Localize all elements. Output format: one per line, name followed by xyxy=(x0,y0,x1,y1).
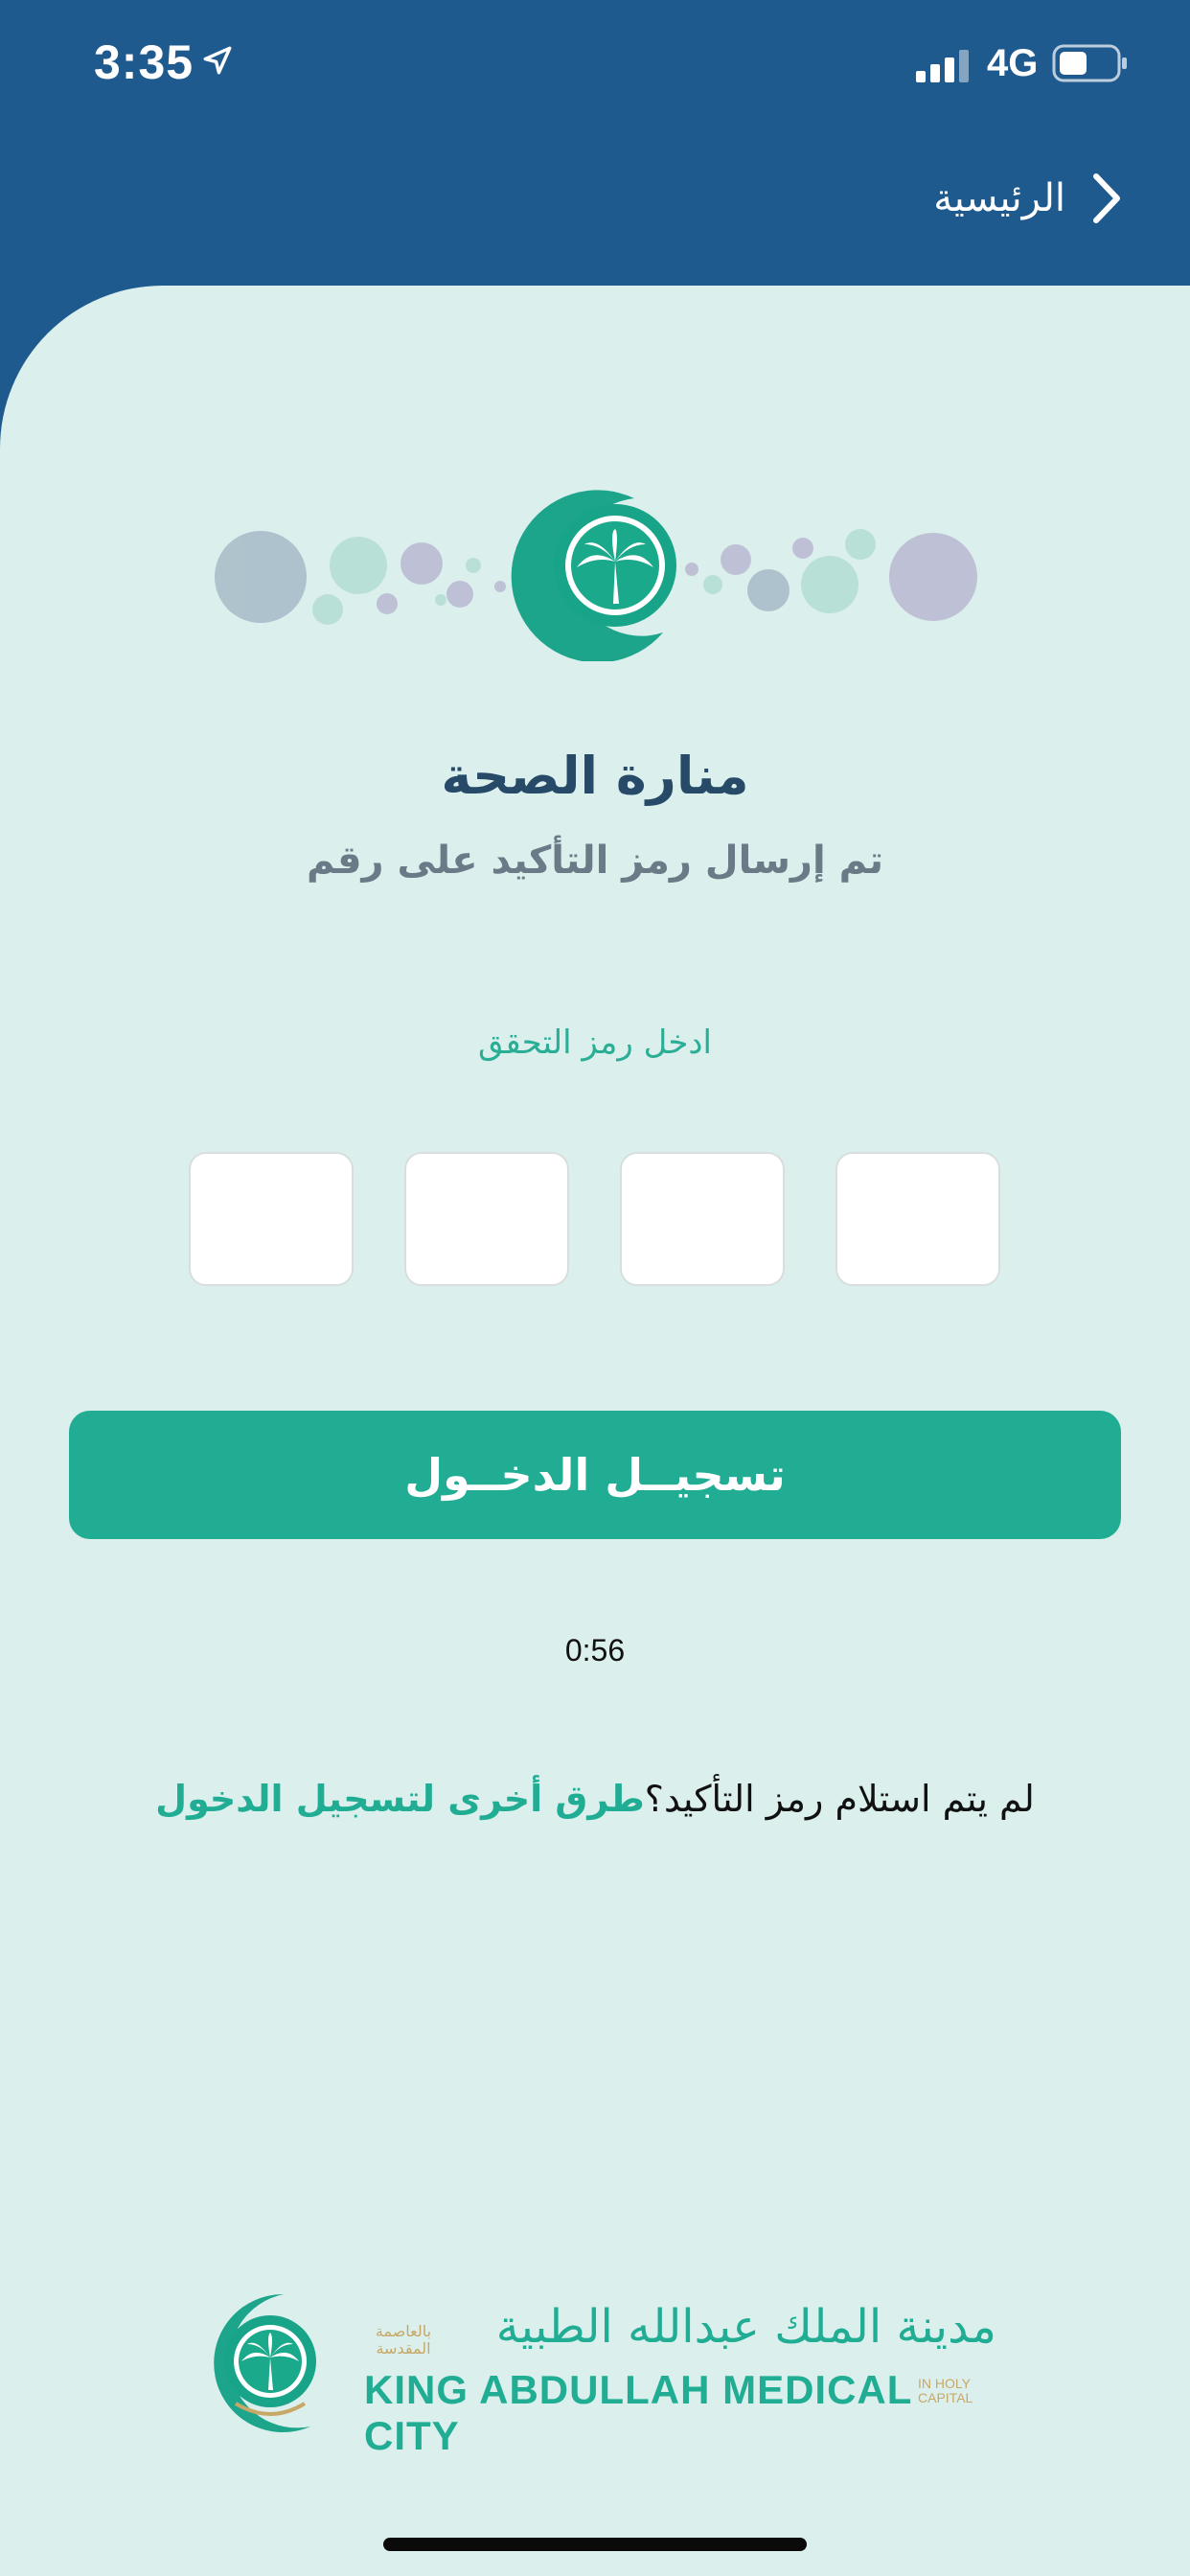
otp-digit-input[interactable] xyxy=(404,1152,569,1286)
battery-icon xyxy=(1052,44,1127,82)
network-type: 4G xyxy=(987,42,1039,84)
app-title: منارة الصحة xyxy=(441,746,749,806)
back-label: الرئيسية xyxy=(933,176,1065,220)
otp-input-group xyxy=(189,1152,1001,1288)
resend-countdown: 0:56 xyxy=(564,1633,626,1668)
otp-digit-input[interactable] xyxy=(189,1152,354,1286)
otp-digit-input[interactable] xyxy=(620,1152,785,1286)
location-arrow-icon xyxy=(203,46,232,75)
cellular-signal-icon xyxy=(916,50,969,82)
chevron-right-icon xyxy=(1093,173,1120,223)
login-button[interactable]: تسجيــل الدخــول xyxy=(69,1411,1121,1539)
status-time: 3:35 xyxy=(94,35,195,89)
otp-digit-input[interactable] xyxy=(835,1152,1000,1286)
app-logo-icon xyxy=(215,490,977,661)
no-code-text: لم يتم استلام رمز التأكيد؟ xyxy=(644,1778,1035,1820)
back-to-home-button[interactable]: الرئيسية xyxy=(933,172,1123,224)
otp-label: ادخل رمز التحقق xyxy=(478,1024,712,1062)
other-login-methods-link[interactable]: طرق أخرى لتسجيل الدخول xyxy=(155,1778,645,1820)
home-indicator[interactable] xyxy=(383,2538,807,2551)
kamc-arabic-name: مدينة الملك عبدالله الطبية xyxy=(495,2300,996,2354)
alternative-login-prompt: لم يتم استلام رمز التأكيد؟طرق أخرى لتسجي… xyxy=(0,1778,1190,1820)
kamc-english-name: KING ABDULLAH MEDICAL CITY xyxy=(364,2367,912,2458)
status-bar: 3:35 4G xyxy=(0,0,1190,134)
otp-sent-message: تم إرسال رمز التأكيد على رقم xyxy=(307,839,883,883)
kamc-arabic-tagline: بالعاصمة المقدسة xyxy=(375,2322,432,2358)
kamc-english-tagline: IN HOLY CAPITAL xyxy=(918,2376,973,2405)
